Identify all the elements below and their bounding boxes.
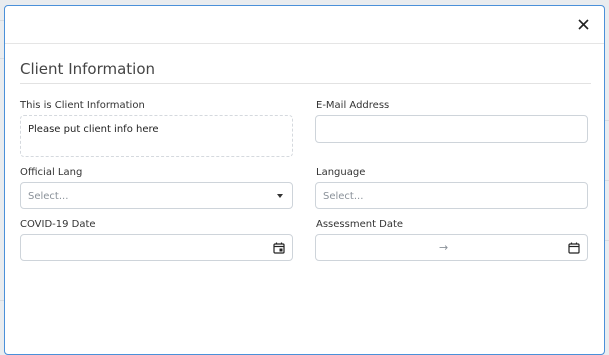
official-lang-placeholder: Select... bbox=[28, 191, 69, 202]
modal-header bbox=[5, 6, 604, 44]
covid-date-label: COVID-19 Date bbox=[20, 219, 96, 230]
email-input[interactable] bbox=[315, 115, 588, 143]
close-button[interactable] bbox=[573, 14, 593, 34]
assessment-date-range-input[interactable]: → bbox=[315, 234, 588, 261]
background-line bbox=[605, 240, 609, 241]
background-line bbox=[605, 120, 609, 121]
client-info-label: This is Client Information bbox=[20, 100, 145, 111]
assessment-date-label: Assessment Date bbox=[316, 219, 404, 230]
section-title: Client Information bbox=[20, 60, 156, 78]
official-lang-select[interactable]: Select... bbox=[20, 182, 293, 209]
close-icon bbox=[577, 18, 589, 30]
language-label: Language bbox=[316, 167, 366, 178]
arrow-right-icon: → bbox=[439, 241, 449, 254]
background-line bbox=[605, 180, 609, 181]
covid-date-input[interactable] bbox=[20, 234, 293, 261]
calendar-icon[interactable] bbox=[568, 242, 580, 254]
client-info-modal: Client Information This is Client Inform… bbox=[4, 5, 605, 355]
official-lang-label: Official Lang bbox=[20, 167, 83, 178]
language-placeholder: Select... bbox=[323, 191, 364, 202]
client-info-field[interactable]: Please put client info here bbox=[20, 115, 293, 157]
client-info-text: Please put client info here bbox=[28, 124, 159, 135]
calendar-icon[interactable] bbox=[273, 242, 285, 254]
caret-down-icon bbox=[277, 194, 283, 198]
email-label: E-Mail Address bbox=[316, 100, 390, 111]
language-select[interactable]: Select... bbox=[315, 182, 588, 209]
section-divider bbox=[20, 83, 591, 84]
